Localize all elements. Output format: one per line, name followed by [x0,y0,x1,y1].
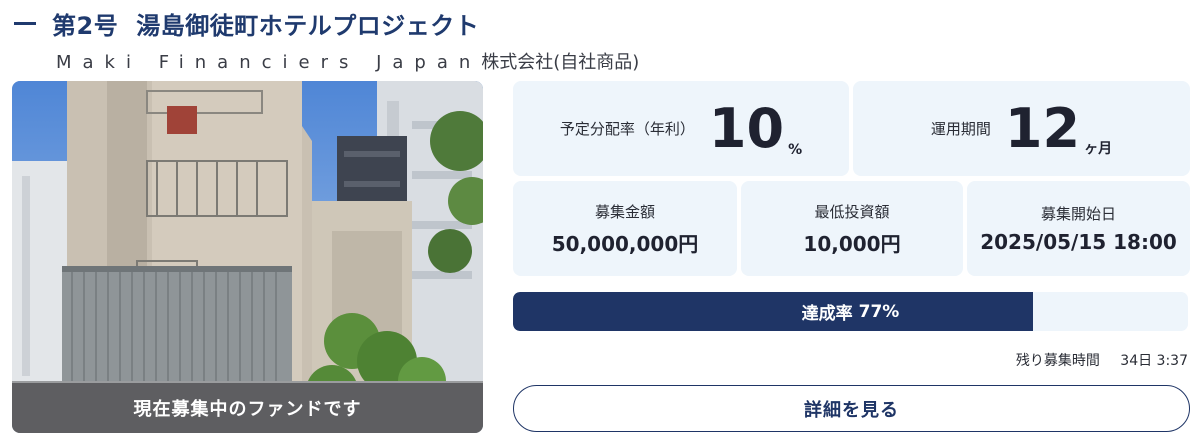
fund-title: 第2号 湯島御徒町ホテルプロジェクト [14,6,479,40]
rate-card: 予定分配率（年利） 10 % [513,81,849,176]
min-invest-value: 10,000円 [803,231,901,256]
fund-name: 湯島御徒町ホテルプロジェクト [136,11,480,40]
remaining-time: 残り募集時間 34日 3:37 [1016,350,1188,370]
amount-value: 50,000,000円 [551,231,699,256]
rate-unit: % [788,142,803,158]
property-photo[interactable]: 現在募集中のファンドです [12,81,483,433]
progress-value: 77% [858,301,900,322]
amount-card: 募集金額 50,000,000円 [513,181,737,276]
period-value: 12 [1004,96,1081,160]
min-invest-label: 最低投資額 [814,202,890,221]
recruiting-banner: 現在募集中のファンドです [12,383,483,433]
period-unit: ヶ月 [1084,141,1113,157]
start-date-value: 2025/05/15 18:00 [980,230,1177,254]
min-invest-card: 最低投資額 10,000円 [741,181,963,276]
building-image [12,81,483,433]
progress-label: 達成率 [801,304,853,324]
title-dash [14,21,36,25]
operator-name: Maki Financiers Japan [56,52,482,73]
remaining-time-value: 34日 3:37 [1120,353,1188,369]
view-details-button[interactable]: 詳細を見る [513,385,1190,432]
start-date-label: 募集開始日 [1040,205,1116,223]
start-date-card: 募集開始日 2025/05/15 18:00 [967,181,1190,276]
operator-suffix: 株式会社(自社商品) [481,52,640,73]
period-card: 運用期間 12 ヶ月 [853,81,1190,176]
period-label: 運用期間 [930,120,991,138]
achievement-progress-bar: 達成率 77% [513,292,1188,331]
fund-number: 第2号 [52,11,119,40]
rate-label: 予定分配率（年利） [559,120,695,138]
remaining-time-label: 残り募集時間 [1015,353,1100,369]
amount-label: 募集金額 [594,202,655,221]
fund-operator: Maki Financiers Japan株式会社(自社商品) [56,48,639,74]
rate-value: 10 [708,96,785,160]
